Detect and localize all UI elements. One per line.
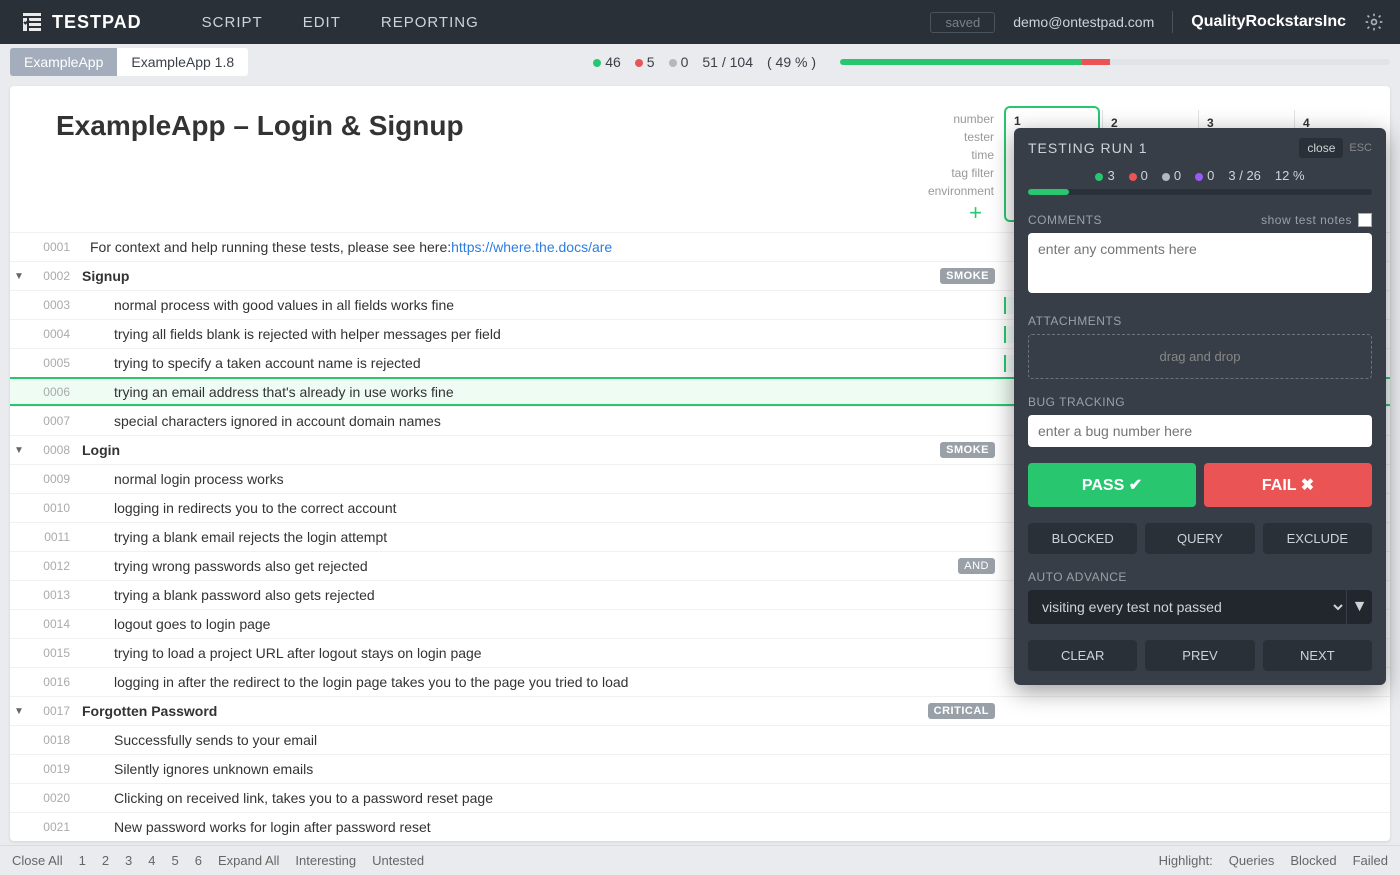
highlight-label: Highlight: bbox=[1159, 853, 1213, 868]
row-id: 0011 bbox=[28, 530, 82, 544]
row-id: 0017 bbox=[28, 704, 82, 718]
gear-icon[interactable] bbox=[1364, 12, 1384, 32]
nav-script[interactable]: SCRIPT bbox=[202, 14, 263, 31]
dropdown-caret-icon[interactable]: ▼ bbox=[1346, 590, 1372, 624]
row-id: 0012 bbox=[28, 559, 82, 573]
show-notes-toggle[interactable]: show test notes bbox=[1261, 213, 1352, 227]
test-row[interactable]: 0018Successfully sends to your email bbox=[10, 725, 1390, 754]
nav-edit[interactable]: EDIT bbox=[303, 14, 341, 31]
page-title: ExampleApp – Login & Signup bbox=[56, 110, 464, 222]
row-id: 0002 bbox=[28, 269, 82, 283]
filter-untested[interactable]: Untested bbox=[372, 853, 424, 868]
docs-link[interactable]: https://where.the.docs/are bbox=[451, 239, 612, 255]
user-email[interactable]: demo@ontestpad.com bbox=[1013, 14, 1154, 30]
breadcrumb-version[interactable]: ExampleApp 1.8 bbox=[117, 48, 248, 76]
row-id: 0020 bbox=[28, 791, 82, 805]
test-run-panel: TESTING RUN 1 close ESC 3 0 0 0 3 / 26 1… bbox=[1014, 128, 1386, 685]
row-id: 0019 bbox=[28, 762, 82, 776]
run-meta-labels: numbertestertimetag filterenvironment + bbox=[928, 110, 1002, 222]
attachment-dropzone[interactable]: drag and drop bbox=[1028, 334, 1372, 379]
row-id: 0018 bbox=[28, 733, 82, 747]
prev-button[interactable]: PREV bbox=[1145, 640, 1254, 671]
comments-input[interactable] bbox=[1028, 233, 1372, 293]
row-tag: SMOKE bbox=[940, 268, 995, 284]
depth-1[interactable]: 1 bbox=[79, 853, 86, 868]
row-id: 0004 bbox=[28, 327, 82, 341]
highlight-blocked[interactable]: Blocked bbox=[1290, 853, 1336, 868]
logo[interactable]: TESTPAD bbox=[0, 10, 162, 34]
row-id: 0003 bbox=[28, 298, 82, 312]
progress-bar bbox=[840, 59, 1390, 65]
row-id: 0007 bbox=[28, 414, 82, 428]
saved-indicator: saved bbox=[930, 12, 995, 33]
highlight-queries[interactable]: Queries bbox=[1229, 853, 1275, 868]
fail-button[interactable]: FAIL ✖ bbox=[1204, 463, 1372, 507]
row-id: 0006 bbox=[28, 385, 82, 399]
pass-button[interactable]: PASS ✔ bbox=[1028, 463, 1196, 507]
logo-icon bbox=[20, 10, 44, 34]
row-id: 0013 bbox=[28, 588, 82, 602]
summary-stats: 46 5 0 51 / 104 ( 49 % ) bbox=[593, 54, 1390, 70]
row-tag: AND bbox=[958, 558, 995, 574]
add-run-button[interactable]: + bbox=[928, 204, 994, 222]
row-id: 0001 bbox=[28, 240, 82, 254]
filter-interesting[interactable]: Interesting bbox=[295, 853, 356, 868]
depth-3[interactable]: 3 bbox=[125, 853, 132, 868]
row-id: 0014 bbox=[28, 617, 82, 631]
close-all-button[interactable]: Close All bbox=[12, 853, 63, 868]
depth-4[interactable]: 4 bbox=[148, 853, 155, 868]
blocked-button[interactable]: BLOCKED bbox=[1028, 523, 1137, 554]
test-row[interactable]: 0020Clicking on received link, takes you… bbox=[10, 783, 1390, 812]
expand-all-button[interactable]: Expand All bbox=[218, 853, 279, 868]
auto-advance-select[interactable]: visiting every test not passed bbox=[1028, 590, 1346, 624]
panel-title: TESTING RUN 1 bbox=[1028, 140, 1148, 156]
highlight-failed[interactable]: Failed bbox=[1353, 853, 1388, 868]
close-button[interactable]: close bbox=[1299, 138, 1343, 158]
bug-number-input[interactable] bbox=[1028, 415, 1372, 447]
test-row[interactable]: 0019Silently ignores unknown emails bbox=[10, 754, 1390, 783]
query-button[interactable]: QUERY bbox=[1145, 523, 1254, 554]
depth-5[interactable]: 5 bbox=[172, 853, 179, 868]
test-row[interactable]: 0021New password works for login after p… bbox=[10, 812, 1390, 841]
show-notes-checkbox[interactable] bbox=[1358, 213, 1372, 227]
esc-hint: ESC bbox=[1349, 142, 1372, 154]
row-id: 0015 bbox=[28, 646, 82, 660]
depth-6[interactable]: 6 bbox=[195, 853, 202, 868]
row-id: 0021 bbox=[28, 820, 82, 834]
test-row[interactable]: ▼0017Forgotten PasswordCRITICAL bbox=[10, 696, 1390, 725]
row-id: 0016 bbox=[28, 675, 82, 689]
row-id: 0009 bbox=[28, 472, 82, 486]
exclude-button[interactable]: EXCLUDE bbox=[1263, 523, 1372, 554]
row-id: 0008 bbox=[28, 443, 82, 457]
org-name[interactable]: QualityRockstarsInc bbox=[1191, 13, 1346, 31]
row-tag: CRITICAL bbox=[928, 703, 995, 719]
breadcrumb-project[interactable]: ExampleApp bbox=[10, 48, 117, 76]
clear-button[interactable]: CLEAR bbox=[1028, 640, 1137, 671]
panel-stats: 3 0 0 0 3 / 26 12 % bbox=[1014, 168, 1386, 189]
row-id: 0005 bbox=[28, 356, 82, 370]
next-button[interactable]: NEXT bbox=[1263, 640, 1372, 671]
row-id: 0010 bbox=[28, 501, 82, 515]
nav-reporting[interactable]: REPORTING bbox=[381, 14, 479, 31]
depth-2[interactable]: 2 bbox=[102, 853, 109, 868]
row-tag: SMOKE bbox=[940, 442, 995, 458]
